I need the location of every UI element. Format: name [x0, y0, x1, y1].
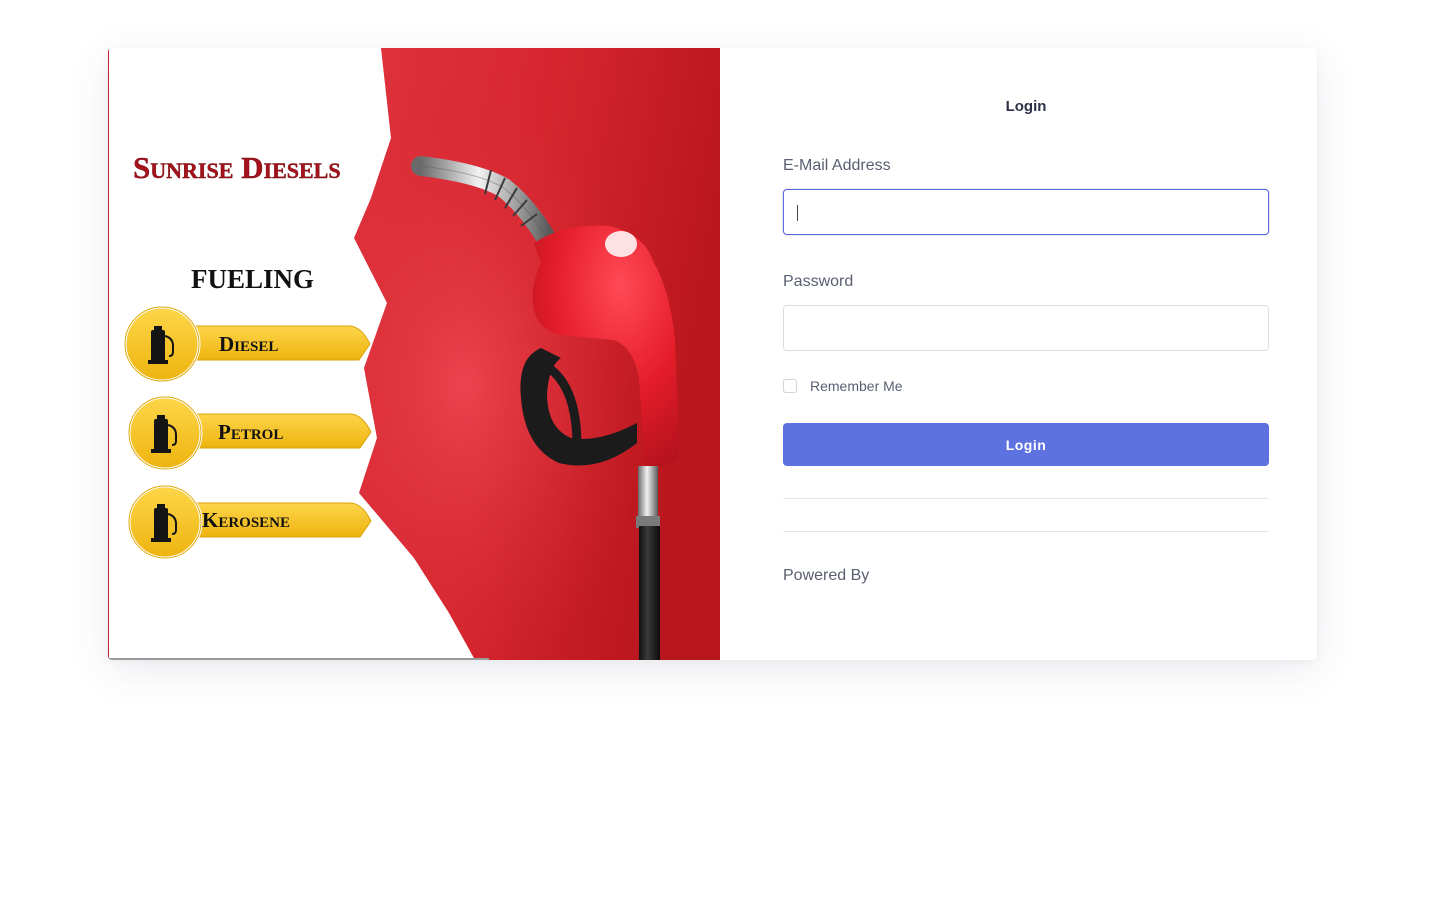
text-caret — [797, 205, 798, 221]
form-title: Login — [1005, 98, 1047, 115]
brand-title: Sunrise Diesels — [133, 150, 341, 185]
fuel-label-petrol: Petrol — [218, 420, 283, 444]
divider — [783, 498, 1269, 499]
remember-me-checkbox[interactable] — [783, 379, 797, 393]
login-card: Sunrise Diesels FUELING Diesel Petrol Ke… — [108, 48, 1317, 660]
login-form: Login E-Mail Address Password Remember M… — [783, 48, 1269, 660]
email-label: E-Mail Address — [783, 157, 891, 174]
powered-by-text: Powered By — [783, 567, 870, 584]
password-field[interactable] — [783, 305, 1269, 351]
divider — [783, 531, 1269, 532]
hero-image: Sunrise Diesels FUELING Diesel Petrol Ke… — [108, 48, 720, 660]
fuel-label-diesel: Diesel — [219, 332, 278, 356]
password-label: Password — [783, 273, 854, 290]
remember-me-label[interactable]: Remember Me — [810, 378, 903, 394]
login-button[interactable]: Login — [783, 423, 1269, 466]
email-field[interactable] — [783, 189, 1269, 235]
remember-me-row[interactable]: Remember Me — [783, 378, 903, 394]
fuel-label-kerosene: Kerosene — [202, 508, 290, 532]
fueling-heading: FUELING — [191, 264, 314, 294]
